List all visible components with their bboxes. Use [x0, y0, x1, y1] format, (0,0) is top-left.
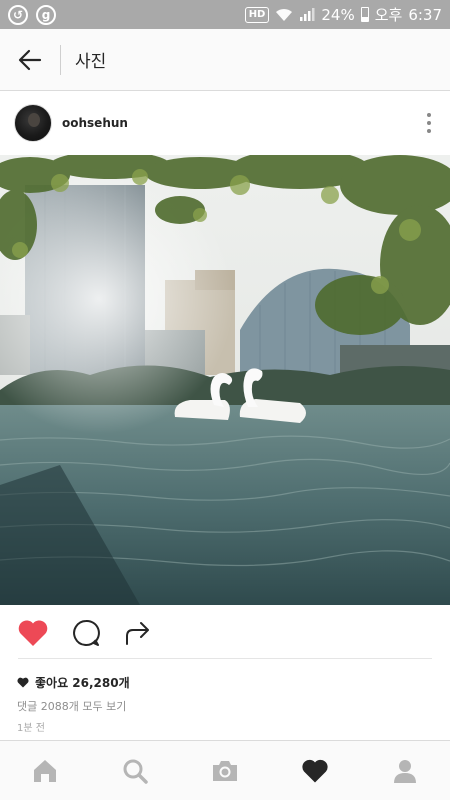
share-button[interactable]: [123, 618, 153, 648]
likes-count[interactable]: 좋아요 26,280개: [17, 674, 130, 691]
like-button[interactable]: [17, 619, 49, 647]
profile-icon: [394, 759, 416, 783]
circle-arrow-icon: ↺: [8, 4, 28, 25]
view-all-comments[interactable]: 댓글 2088개 모두 보기: [17, 698, 126, 714]
more-vertical-icon[interactable]: [422, 113, 436, 133]
battery-percent: 24%: [321, 5, 355, 24]
camera-icon: [213, 760, 237, 781]
likes-text: 좋아요 26,280개: [35, 676, 130, 690]
hd-badge: HD: [244, 6, 270, 23]
comment-icon: [73, 619, 100, 646]
username[interactable]: oohsehun: [62, 116, 128, 130]
app-header: 사진: [0, 29, 450, 91]
photo-image: [0, 155, 450, 605]
more-dot: [427, 121, 431, 125]
status-right: HD 24% 오후 6:37: [244, 4, 442, 25]
wifi-icon: [276, 8, 293, 21]
circle-arrow-glyph: ↺: [12, 7, 24, 22]
share-arrow-icon: [126, 621, 149, 645]
post-header: oohsehun: [0, 92, 450, 154]
arrow-left-icon: [18, 49, 42, 70]
nav-search[interactable]: [105, 741, 165, 800]
search-icon: [123, 759, 148, 784]
status-time: 6:37: [408, 5, 442, 24]
bottom-nav: [0, 740, 450, 800]
heart-small-icon: [17, 677, 29, 688]
nav-home[interactable]: [15, 741, 75, 800]
header-divider: [60, 44, 61, 75]
page-title: 사진: [75, 52, 107, 72]
more-dot: [427, 113, 431, 117]
status-ampm: 오후: [374, 6, 403, 24]
nav-camera[interactable]: [195, 741, 255, 800]
more-dot: [427, 129, 431, 133]
home-icon: [34, 759, 56, 782]
status-bar: ↺ g HD 24% 오후 6:37: [0, 0, 450, 29]
g-circle-icon: g: [36, 4, 56, 25]
nav-profile[interactable]: [375, 741, 435, 800]
timestamp: 1분 전: [17, 723, 45, 734]
avatar[interactable]: [14, 104, 52, 142]
signal-icon: [300, 8, 315, 21]
divider: [18, 658, 432, 659]
status-left: ↺ g: [8, 4, 56, 25]
battery-icon: [360, 7, 369, 22]
nav-activity[interactable]: [285, 741, 345, 800]
sun-glare: [0, 155, 450, 605]
g-glyph: g: [41, 7, 51, 22]
comment-button[interactable]: [71, 618, 101, 648]
post-photo[interactable]: [0, 155, 450, 605]
heart-filled-icon: [18, 619, 48, 646]
back-button[interactable]: [0, 29, 60, 91]
heart-icon: [302, 759, 328, 782]
post-actions: [0, 605, 450, 660]
